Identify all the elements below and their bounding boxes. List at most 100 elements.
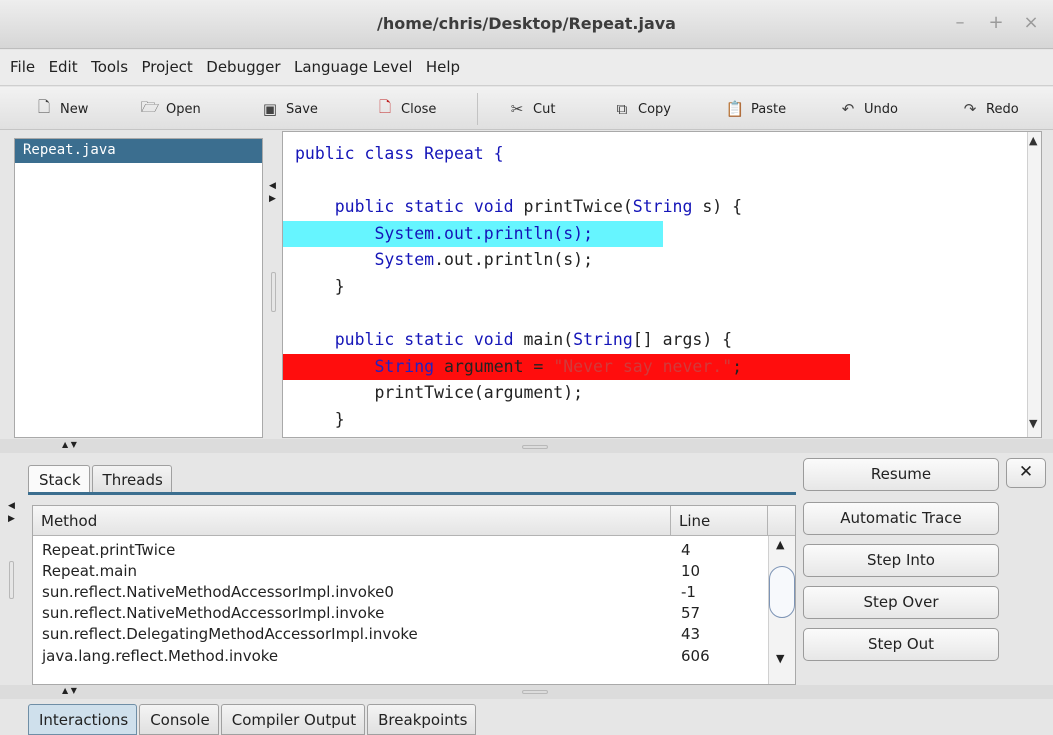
column-divider	[670, 506, 671, 536]
column-line[interactable]: Line	[679, 512, 710, 530]
code-line: public static void main(String[] args) {	[295, 327, 850, 354]
code-text-part: printTwice(	[513, 197, 633, 217]
menu-bar: File Edit Tools Project Debugger Languag…	[0, 50, 1053, 86]
menu-debugger[interactable]: Debugger	[206, 58, 280, 76]
code-line-current: System.out.println(s);	[283, 220, 850, 248]
column-method[interactable]: Method	[41, 512, 97, 530]
close-debugger-button[interactable]: ✕	[1006, 458, 1046, 488]
tab-interactions[interactable]: Interactions	[28, 704, 138, 735]
row-line: 43	[681, 625, 701, 643]
file-item-repeat-java[interactable]: Repeat.java	[15, 139, 262, 163]
split-arrows-icon[interactable]: ◀ ▶	[269, 180, 276, 206]
scroll-down-icon[interactable]: ▼	[1029, 417, 1037, 430]
toolbar-separator	[477, 93, 478, 125]
code-text-part: argument =	[434, 356, 554, 376]
split-grip[interactable]	[9, 561, 14, 599]
copy-button[interactable]: ⧉ Copy	[612, 97, 671, 121]
table-row[interactable]: sun.reflect.DelegatingMethodAccessorImpl…	[33, 624, 768, 645]
split-grip[interactable]	[522, 690, 548, 694]
maximize-button[interactable]: +	[986, 12, 1006, 33]
split-grip[interactable]	[271, 272, 276, 312]
menu-tools[interactable]: Tools	[91, 58, 128, 76]
open-label: Open	[166, 101, 201, 117]
split-arrows-icon[interactable]: ▲ ▼	[62, 686, 77, 695]
window-title: /home/chris/Desktop/Repeat.java	[377, 14, 676, 33]
close-button[interactable]: 🗋 Close	[375, 97, 436, 121]
table-row[interactable]: sun.reflect.NativeMethodAccessorImpl.inv…	[33, 582, 768, 603]
paste-button[interactable]: 📋 Paste	[725, 97, 786, 121]
row-line: 57	[681, 604, 701, 622]
code-keyword: public static void	[334, 197, 514, 217]
scroll-thumb[interactable]	[769, 566, 795, 618]
row-line: -1	[681, 583, 696, 601]
scroll-up-icon[interactable]: ▲	[776, 538, 784, 551]
code-line: printTwice(argument);	[295, 380, 850, 407]
row-method: sun.reflect.DelegatingMethodAccessorImpl…	[42, 625, 418, 643]
file-list: Repeat.java	[14, 138, 263, 438]
clipboard-icon: 📋	[725, 100, 745, 118]
code-line: public class Repeat {	[295, 141, 850, 168]
step-over-button[interactable]: Step Over	[803, 586, 999, 619]
step-out-button[interactable]: Step Out	[803, 628, 999, 661]
breakpoint-highlight: String argument = "Never say never.";	[283, 353, 850, 381]
table-row[interactable]: sun.reflect.NativeMethodAccessorImpl.inv…	[33, 603, 768, 624]
open-folder-icon: 🗁	[140, 97, 160, 116]
tab-compiler-output[interactable]: Compiler Output	[220, 704, 366, 735]
scroll-down-icon[interactable]: ▼	[776, 652, 784, 665]
code-type: String	[573, 330, 633, 350]
menu-file[interactable]: File	[10, 58, 35, 76]
tab-breakpoints[interactable]: Breakpoints	[367, 704, 477, 735]
resume-button[interactable]: Resume	[803, 458, 999, 491]
open-button[interactable]: 🗁 Open	[140, 97, 201, 121]
table-row[interactable]: Repeat.printTwice 4	[33, 540, 768, 561]
scroll-up-icon[interactable]: ▲	[1029, 134, 1037, 147]
cut-button[interactable]: ✂ Cut	[507, 97, 556, 121]
copy-label: Copy	[638, 101, 671, 117]
code-line-breakpoint: String argument = "Never say never.";	[283, 353, 850, 381]
row-method: sun.reflect.NativeMethodAccessorImpl.inv…	[42, 583, 394, 601]
code-string: "Never say never."	[553, 356, 733, 376]
current-line-highlight: System.out.println(s);	[283, 220, 663, 248]
tab-stack[interactable]: Stack	[28, 465, 90, 493]
code-text-part: .out.println(s);	[434, 250, 594, 270]
title-bar: /home/chris/Desktop/Repeat.java – + ×	[0, 0, 1053, 49]
horizontal-splitter[interactable]: ▲ ▼	[0, 439, 1053, 453]
save-button[interactable]: ▣ Save	[260, 97, 318, 121]
tab-threads[interactable]: Threads	[91, 465, 172, 493]
split-grip[interactable]	[522, 445, 548, 449]
menu-help[interactable]: Help	[426, 58, 460, 76]
split-arrows-icon[interactable]: ▲ ▼	[62, 440, 77, 449]
redo-button[interactable]: ↷ Redo	[960, 97, 1019, 121]
editor-scrollbar[interactable]: ▲ ▼	[1027, 132, 1041, 437]
new-button[interactable]: 🗋 New	[34, 97, 88, 121]
undo-button[interactable]: ↶ Undo	[838, 97, 898, 121]
code-keyword: public static void	[334, 330, 514, 350]
save-label: Save	[286, 101, 318, 117]
code-editor[interactable]: public class Repeat { public static void…	[282, 131, 1042, 438]
scissors-icon: ✂	[510, 100, 524, 118]
menu-language-level[interactable]: Language Level	[294, 58, 412, 76]
table-row[interactable]: Repeat.main 10	[33, 561, 768, 582]
save-icon: ▣	[262, 100, 278, 118]
code-text-part: [] args) {	[632, 330, 733, 350]
horizontal-splitter[interactable]: ▲ ▼	[0, 685, 1053, 699]
code-line: public static void printTwice(String s) …	[295, 194, 850, 221]
split-arrows-icon[interactable]: ◀ ▶	[8, 500, 15, 526]
tab-console[interactable]: Console	[139, 704, 219, 735]
minimize-button[interactable]: –	[950, 12, 970, 33]
menu-project[interactable]: Project	[141, 58, 192, 76]
code-l1: public class Repeat {	[295, 144, 504, 163]
table-header: Method Line	[33, 506, 795, 536]
stack-scrollbar[interactable]: ▲ ▼	[768, 536, 795, 684]
undo-icon: ↶	[841, 100, 855, 118]
redo-label: Redo	[986, 101, 1019, 117]
code-line: }	[295, 407, 850, 434]
table-row[interactable]: java.lang.reflect.Method.invoke 606	[33, 646, 768, 667]
automatic-trace-button[interactable]: Automatic Trace	[803, 502, 999, 535]
debugger-panel: Stack Threads ◀ ▶ Method Line Repeat.prin…	[0, 453, 1053, 685]
menu-edit[interactable]: Edit	[49, 58, 78, 76]
step-into-button[interactable]: Step Into	[803, 544, 999, 577]
close-window-button[interactable]: ×	[1021, 12, 1041, 33]
stack-table: Method Line Repeat.printTwice 4 Repeat.ma…	[32, 505, 796, 685]
